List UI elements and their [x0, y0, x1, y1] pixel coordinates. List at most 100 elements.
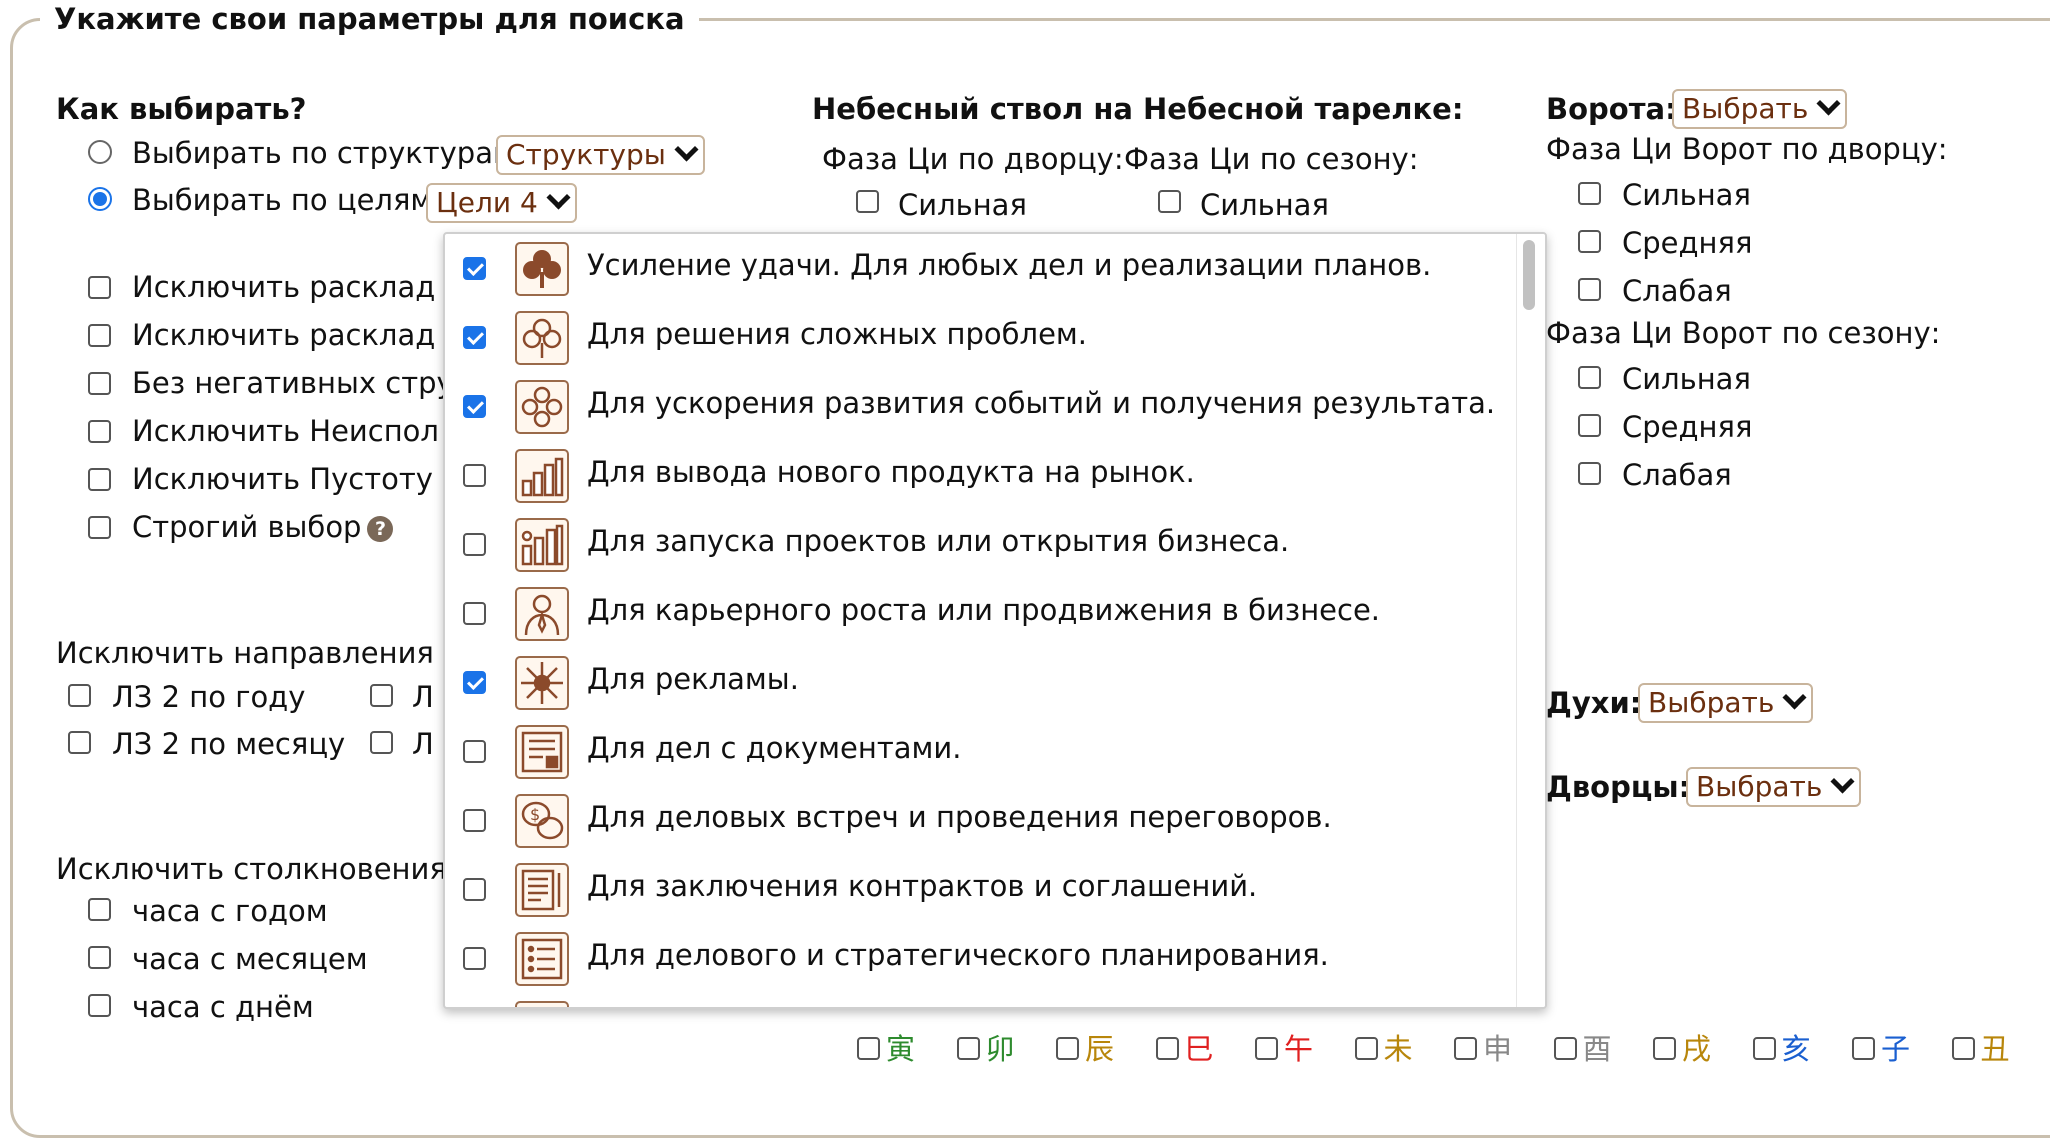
- branch-item: 寅: [857, 1026, 915, 1068]
- branch-char: 午: [1284, 1032, 1314, 1066]
- goal-checkbox[interactable]: [463, 602, 486, 625]
- option-checkbox[interactable]: [88, 420, 111, 443]
- gates-select[interactable]: Выбрать: [1672, 89, 1848, 129]
- collision-label: часа с днём: [132, 990, 314, 1024]
- goal-option[interactable]: $ Для деловых встреч и проведения перегов…: [445, 786, 1515, 855]
- branch-char: 卯: [985, 1032, 1015, 1066]
- option-label: Исключить Неиспол: [132, 414, 439, 448]
- branch-checkbox[interactable]: [1255, 1036, 1278, 1060]
- gates-season-level-checkbox[interactable]: [1578, 414, 1601, 437]
- branch-char: 未: [1383, 1032, 1413, 1066]
- branch-checkbox[interactable]: [1354, 1036, 1378, 1060]
- goal-checkbox[interactable]: [463, 809, 486, 832]
- goal-checkbox[interactable]: [463, 947, 486, 970]
- goal-option[interactable]: Для запуска проектов или открытия бизнес…: [445, 510, 1515, 579]
- chevron-down-icon: [674, 137, 699, 162]
- bar-growth-icon: [515, 449, 569, 503]
- chat-money-icon: $: [515, 794, 569, 848]
- collision-checkbox[interactable]: [88, 994, 111, 1017]
- burst-icon: [515, 656, 569, 710]
- goal-label: Для деловых встреч и проведения перегово…: [587, 800, 1332, 834]
- branch-checkbox[interactable]: [1951, 1036, 1975, 1060]
- gates-palace-level-checkbox[interactable]: [1578, 230, 1601, 253]
- radio-by-goals[interactable]: [88, 187, 112, 211]
- goal-checkbox[interactable]: [463, 740, 486, 763]
- palaces-select[interactable]: Выбрать: [1686, 767, 1862, 807]
- strict-choice-label: Строгий выбор?: [132, 510, 394, 544]
- branch-checkbox[interactable]: [1752, 1036, 1776, 1060]
- goal-option-partial[interactable]: [445, 993, 1515, 1007]
- branch-checkbox[interactable]: [1056, 1036, 1079, 1060]
- branch-checkbox[interactable]: [1653, 1036, 1676, 1060]
- heavenly-season-strong-label: Сильная: [1200, 188, 1329, 222]
- gates-season-level-checkbox[interactable]: [1578, 462, 1601, 485]
- branch-checkbox[interactable]: [1454, 1036, 1477, 1060]
- branch-checkbox[interactable]: [1852, 1036, 1875, 1060]
- branch-checkbox[interactable]: [857, 1036, 880, 1060]
- collision-label: часа с годом: [132, 894, 328, 928]
- heavenly-palace-strong-checkbox[interactable]: [856, 190, 879, 213]
- help-icon[interactable]: ?: [367, 516, 394, 542]
- gates-season-level-checkbox[interactable]: [1578, 366, 1601, 389]
- branch-checkbox[interactable]: [1155, 1036, 1179, 1060]
- goal-label: Для запуска проектов или открытия бизнес…: [587, 524, 1290, 558]
- goal-option[interactable]: Для карьерного роста или продвижения в б…: [445, 579, 1515, 648]
- strict-choice-checkbox[interactable]: [88, 516, 111, 539]
- goal-label: Для карьерного роста или продвижения в б…: [587, 593, 1381, 627]
- collision-checkbox[interactable]: [88, 898, 111, 921]
- goal-checkbox[interactable]: [463, 671, 486, 694]
- option-label: Исключить расклад: [132, 270, 436, 304]
- exclude-directions-title: Исключить направления: [56, 636, 434, 670]
- direction-checkbox[interactable]: [68, 684, 91, 707]
- heavenly-palace-phase: Фаза Ци по дворцу:: [822, 142, 1124, 176]
- goal-option[interactable]: Для решения сложных проблем.: [445, 303, 1515, 372]
- goals-select[interactable]: Цели 4: [426, 183, 577, 223]
- goal-option[interactable]: Для вывода нового продукта на рынок.: [445, 441, 1515, 510]
- goal-option[interactable]: Усиление удачи. Для любых дел и реализац…: [445, 234, 1515, 303]
- clover-solid-icon: [515, 242, 569, 296]
- partial-icon: [515, 1001, 569, 1007]
- by-goals-label: Выбирать по целям: [132, 183, 433, 217]
- heavenly-season-strong-checkbox[interactable]: [1158, 190, 1181, 213]
- goal-checkbox[interactable]: [463, 464, 486, 487]
- gates-palace-level-checkbox[interactable]: [1578, 278, 1601, 301]
- direction-label: ЛЗ 2 по году: [112, 680, 306, 714]
- direction-checkbox[interactable]: [370, 684, 393, 707]
- spirits-select[interactable]: Выбрать: [1638, 683, 1814, 723]
- option-checkbox[interactable]: [88, 372, 111, 395]
- gates-palace-level-label: Слабая: [1622, 274, 1732, 308]
- option-checkbox[interactable]: [88, 276, 111, 299]
- goal-checkbox[interactable]: [463, 326, 486, 349]
- option-checkbox[interactable]: [88, 468, 111, 491]
- spirits-label: Духи:: [1546, 686, 1642, 720]
- gates-season-level-label: Средняя: [1622, 410, 1753, 444]
- branch-char: 丑: [1980, 1032, 2010, 1066]
- direction-checkbox[interactable]: [68, 731, 91, 754]
- dropdown-scrollbar[interactable]: [1516, 234, 1545, 1007]
- gates-palace-level-checkbox[interactable]: [1578, 182, 1601, 205]
- list-icon: [515, 932, 569, 986]
- goal-checkbox[interactable]: [463, 395, 486, 418]
- goal-option[interactable]: Для ускорения развития событий и получен…: [445, 372, 1515, 441]
- goal-option[interactable]: Для дел с документами.: [445, 717, 1515, 786]
- collision-checkbox[interactable]: [88, 946, 111, 969]
- branch-item: 午: [1255, 1026, 1313, 1068]
- goal-option[interactable]: Для рекламы.: [445, 648, 1515, 717]
- svg-text:$: $: [530, 805, 540, 824]
- radio-by-structures[interactable]: [88, 140, 112, 164]
- goal-checkbox[interactable]: [463, 878, 486, 901]
- goal-option[interactable]: Для заключения контрактов и соглашений.: [445, 855, 1515, 924]
- goal-option[interactable]: Для делового и стратегического планирова…: [445, 924, 1515, 993]
- gates-label: Ворота:: [1546, 92, 1677, 126]
- heavenly-palace-strong-label: Сильная: [898, 188, 1027, 222]
- option-checkbox[interactable]: [88, 324, 111, 347]
- gates-season-phase: Фаза Ци Ворот по сезону:: [1546, 316, 1941, 350]
- goal-checkbox[interactable]: [463, 533, 486, 556]
- direction-checkbox[interactable]: [370, 731, 393, 754]
- dropdown-scroll-thumb[interactable]: [1523, 240, 1535, 310]
- branch-checkbox[interactable]: [1553, 1036, 1577, 1060]
- goals-dropdown-panel[interactable]: Усиление удачи. Для любых дел и реализац…: [443, 232, 1547, 1009]
- branch-checkbox[interactable]: [956, 1036, 980, 1060]
- goal-checkbox[interactable]: [463, 257, 486, 280]
- structures-select[interactable]: Структуры: [496, 135, 705, 175]
